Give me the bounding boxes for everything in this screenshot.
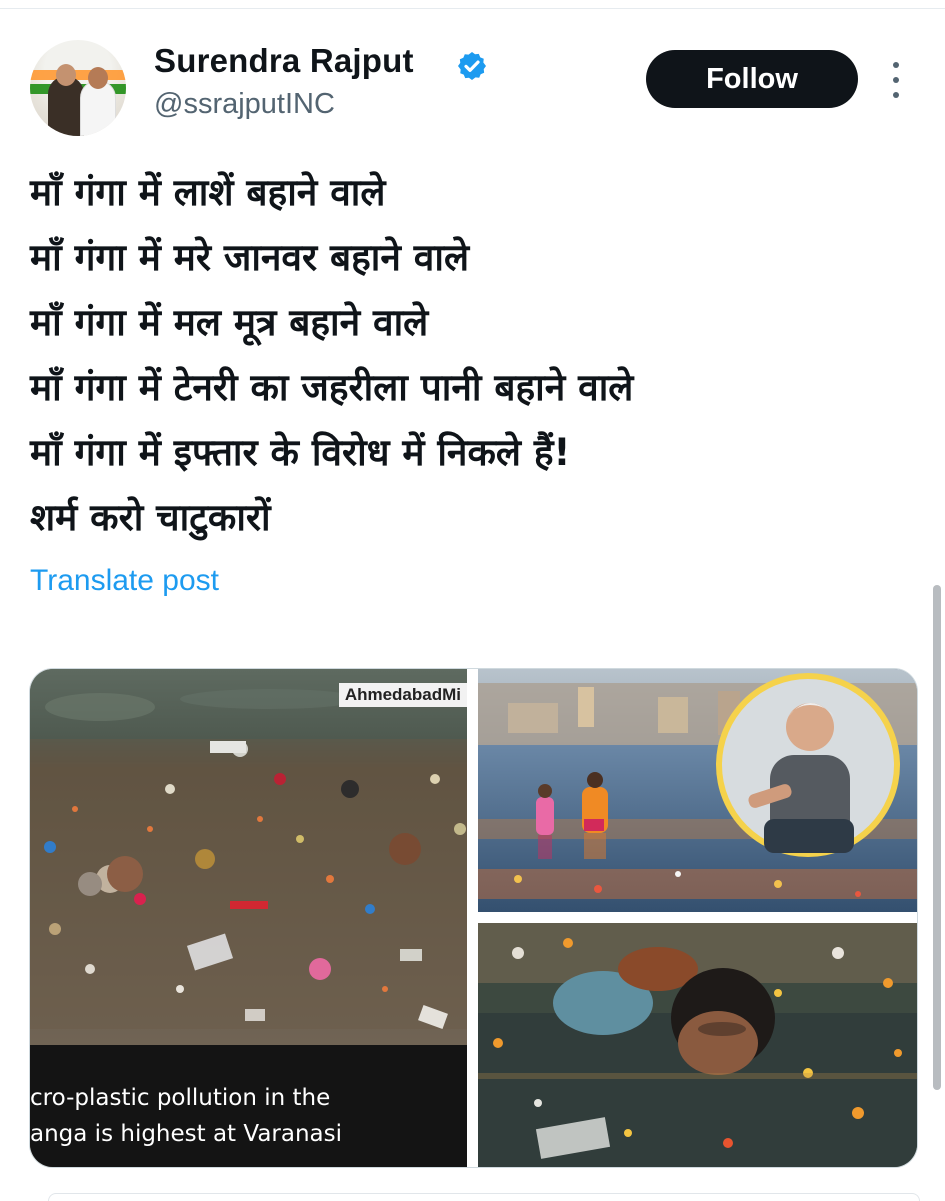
top-divider: [0, 8, 945, 9]
post-line: माँ गंगा में मल मूत्र बहाने वाले: [30, 301, 429, 344]
post-line: माँ गंगा में टेनरी का जहरीला पानी बहाने …: [30, 366, 634, 409]
post-line: माँ गंगा में मरे जानवर बहाने वाले: [30, 236, 470, 279]
photo-polluted-river[interactable]: AhmedabadMi cro-plastic pollution in the…: [30, 669, 467, 1167]
photo-child-in-water-image: [478, 923, 917, 1167]
photo-caption-line-2: anga is highest at Varanasi: [30, 1121, 343, 1147]
scrollbar[interactable]: [933, 585, 941, 1090]
photo-caption-band: cro-plastic pollution in the anga is hig…: [30, 1045, 467, 1167]
photo-watermark: AhmedabadMi: [338, 683, 467, 707]
avatar-backdrop-orange: [30, 70, 126, 80]
translate-post-link[interactable]: Translate post: [30, 564, 219, 598]
author-handle[interactable]: @ssrajputINC: [154, 88, 335, 121]
verified-badge-icon: [458, 52, 486, 80]
post-line: शर्म करो चाटुकारों: [30, 496, 271, 539]
follow-button[interactable]: Follow: [646, 50, 858, 108]
post-text: माँ गंगा में लाशें बहाने वाले माँ गंगा म…: [30, 160, 910, 550]
post-line: माँ गंगा में लाशें बहाने वाले: [30, 171, 386, 214]
avatar-person-left: [48, 64, 84, 136]
photo-ghats-wading[interactable]: [478, 669, 917, 912]
photo-ghats-wading-image: [478, 669, 917, 912]
avatar[interactable]: [30, 40, 126, 136]
media-grid: AhmedabadMi cro-plastic pollution in the…: [29, 668, 918, 1168]
post-line: माँ गंगा में इफ्तार के विरोध में निकले ह…: [30, 431, 571, 474]
author-name[interactable]: Surendra Rajput: [154, 42, 414, 80]
photo-child-in-water[interactable]: [478, 923, 917, 1167]
avatar-person-right: [80, 67, 116, 136]
more-options-icon[interactable]: [886, 62, 906, 98]
photo-caption-line-1: cro-plastic pollution in the: [30, 1085, 331, 1111]
